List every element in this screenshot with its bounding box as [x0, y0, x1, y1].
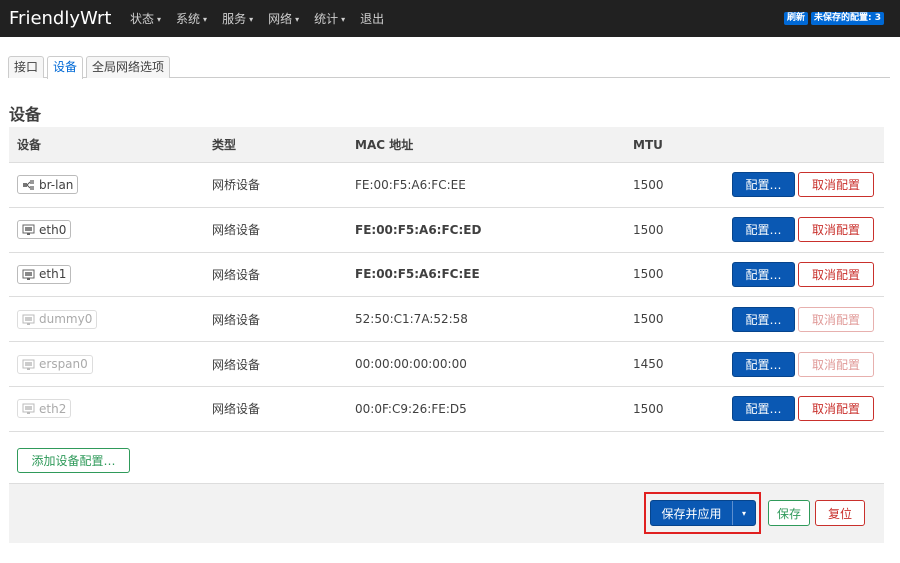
menu-logout-label: 退出 [360, 12, 385, 26]
ethernet-port-icon [22, 269, 35, 280]
menu-network[interactable]: 网络 ▾ [268, 10, 299, 27]
device-type: 网络设备 [212, 357, 261, 372]
device-badge: dummy0 [17, 309, 98, 329]
table-row: eth0 网络设备 FE:00:F5:A6:FC:ED 1500 配置… 取消配置 [9, 208, 884, 253]
device-mtu: 1500 [633, 312, 664, 327]
main-menu: 状态 ▾ 系统 ▾ 服务 ▾ 网络 ▾ 统计 ▾ 退出 [130, 0, 399, 37]
device-mac: FE:00:F5:A6:FC:EE [355, 177, 466, 192]
device-mac: 52:50:C1:7A:52:58 [355, 312, 468, 327]
table-row: eth2 网络设备 00:0F:C9:26:FE:D5 1500 配置… 取消配置 [9, 387, 884, 432]
device-badge: erspan0 [17, 354, 93, 374]
edit-button[interactable]: 配置… [732, 217, 795, 243]
chevron-down-icon: ▾ [157, 15, 162, 24]
header-device: 设备 [17, 138, 42, 152]
device-mtu: 1450 [633, 357, 664, 372]
menu-network-label: 网络 [268, 12, 293, 26]
ethernet-port-icon [22, 403, 35, 415]
menu-status-label: 状态 [130, 12, 155, 26]
menu-statistics-label: 统计 [314, 12, 339, 26]
status-indicators: 刷新 未保存的配置: 3 [783, 12, 884, 25]
header-mac: MAC 地址 [355, 138, 414, 152]
menu-services[interactable]: 服务 ▾ [222, 10, 253, 27]
device-name: dummy0 [39, 312, 93, 327]
top-navbar: FriendlyWrt 状态 ▾ 系统 ▾ 服务 ▾ 网络 ▾ 统计 ▾ 退出 刷新 未保… [0, 0, 900, 37]
table-row: eth1 网络设备 FE:00:F5:A6:FC:EE 1500 配置… 取消配置 [9, 253, 884, 298]
ethernet-port-icon [22, 359, 35, 370]
unconfigure-button[interactable]: 取消配置 [798, 351, 874, 377]
device-badge: eth1 [17, 264, 72, 284]
table-row: br-lan 网桥设备 FE:00:F5:A6:FC:EE 1500 配置… 取消… [9, 163, 884, 208]
menu-system[interactable]: 系统 ▾ [176, 10, 207, 27]
device-type: 网络设备 [212, 312, 261, 327]
menu-status[interactable]: 状态 ▾ [130, 10, 161, 27]
chevron-down-icon: ▾ [203, 15, 208, 24]
device-mtu: 1500 [633, 401, 664, 416]
header-mtu: MTU [633, 137, 663, 152]
table-row: erspan0 网络设备 00:00:00:00:00:00 1450 配置… 取… [9, 342, 884, 387]
unsaved-changes-badge[interactable]: 未保存的配置: 3 [811, 12, 884, 25]
tab-global-options[interactable]: 全局网络选项 [86, 56, 171, 78]
bridge-icon [23, 180, 34, 191]
device-type: 网络设备 [212, 402, 261, 417]
edit-button[interactable]: 配置… [732, 396, 795, 422]
device-name: eth1 [39, 267, 67, 282]
network-tabs: 接口 设备 全局网络选项 [8, 56, 890, 79]
device-type: 网桥设备 [212, 178, 261, 193]
tab-devices[interactable]: 设备 [47, 56, 84, 79]
device-mac: FE:00:F5:A6:FC:EE [355, 267, 480, 282]
edit-button[interactable]: 配置… [732, 261, 795, 287]
save-apply-label[interactable]: 保存并应用 [651, 501, 733, 525]
device-name: eth0 [39, 222, 67, 237]
device-mtu: 1500 [633, 222, 664, 237]
ethernet-port-icon [22, 314, 35, 325]
save-apply-button[interactable]: 保存并应用 ▾ [650, 500, 756, 526]
edit-button[interactable]: 配置… [732, 351, 795, 377]
menu-system-label: 系统 [176, 12, 201, 26]
save-button[interactable]: 保存 [768, 500, 810, 526]
device-mac: 00:00:00:00:00:00 [355, 357, 467, 372]
edit-button[interactable]: 配置… [732, 306, 795, 332]
add-device-config-button[interactable]: 添加设备配置… [17, 448, 130, 473]
edit-button[interactable]: 配置… [732, 172, 795, 198]
page-title: 设备 [9, 105, 42, 124]
chevron-down-icon: ▾ [249, 15, 254, 24]
unconfigure-button[interactable]: 取消配置 [798, 261, 874, 287]
unconfigure-button[interactable]: 取消配置 [798, 396, 874, 422]
ethernet-port-icon [22, 224, 35, 236]
device-name: erspan0 [39, 357, 88, 372]
device-type: 网络设备 [212, 267, 261, 282]
device-name: br-lan [39, 177, 74, 192]
menu-logout[interactable]: 退出 [360, 10, 384, 27]
tab-interfaces[interactable]: 接口 [8, 56, 45, 78]
chevron-down-icon: ▾ [341, 15, 346, 24]
device-badge: eth0 [17, 220, 72, 240]
unconfigure-button[interactable]: 取消配置 [798, 217, 874, 243]
unconfigure-button[interactable]: 取消配置 [798, 306, 874, 332]
table-row: dummy0 网络设备 52:50:C1:7A:52:58 1500 配置… 取消… [9, 297, 884, 343]
menu-statistics[interactable]: 统计 ▾ [314, 10, 345, 27]
device-table: 设备 类型 MAC 地址 MTU br-lan 网桥设备 FE:00:F5:A6… [9, 127, 884, 432]
device-name: eth2 [39, 401, 67, 416]
chevron-down-icon[interactable]: ▾ [733, 501, 755, 525]
refresh-badge[interactable]: 刷新 [783, 12, 808, 25]
device-badge: br-lan [17, 175, 79, 195]
reset-button[interactable]: 复位 [815, 500, 865, 526]
brand-logo[interactable]: FriendlyWrt [9, 8, 130, 29]
device-mac: FE:00:F5:A6:FC:ED [355, 222, 482, 237]
device-type: 网络设备 [212, 223, 261, 238]
header-type: 类型 [212, 138, 237, 152]
chevron-down-icon: ▾ [295, 15, 300, 24]
table-header: 设备 类型 MAC 地址 MTU [9, 127, 884, 163]
unconfigure-button[interactable]: 取消配置 [798, 172, 874, 198]
menu-services-label: 服务 [222, 12, 247, 26]
device-badge: eth2 [17, 399, 72, 419]
device-mac: 00:0F:C9:26:FE:D5 [355, 401, 467, 416]
device-mtu: 1500 [633, 177, 664, 192]
device-mtu: 1500 [633, 267, 664, 282]
